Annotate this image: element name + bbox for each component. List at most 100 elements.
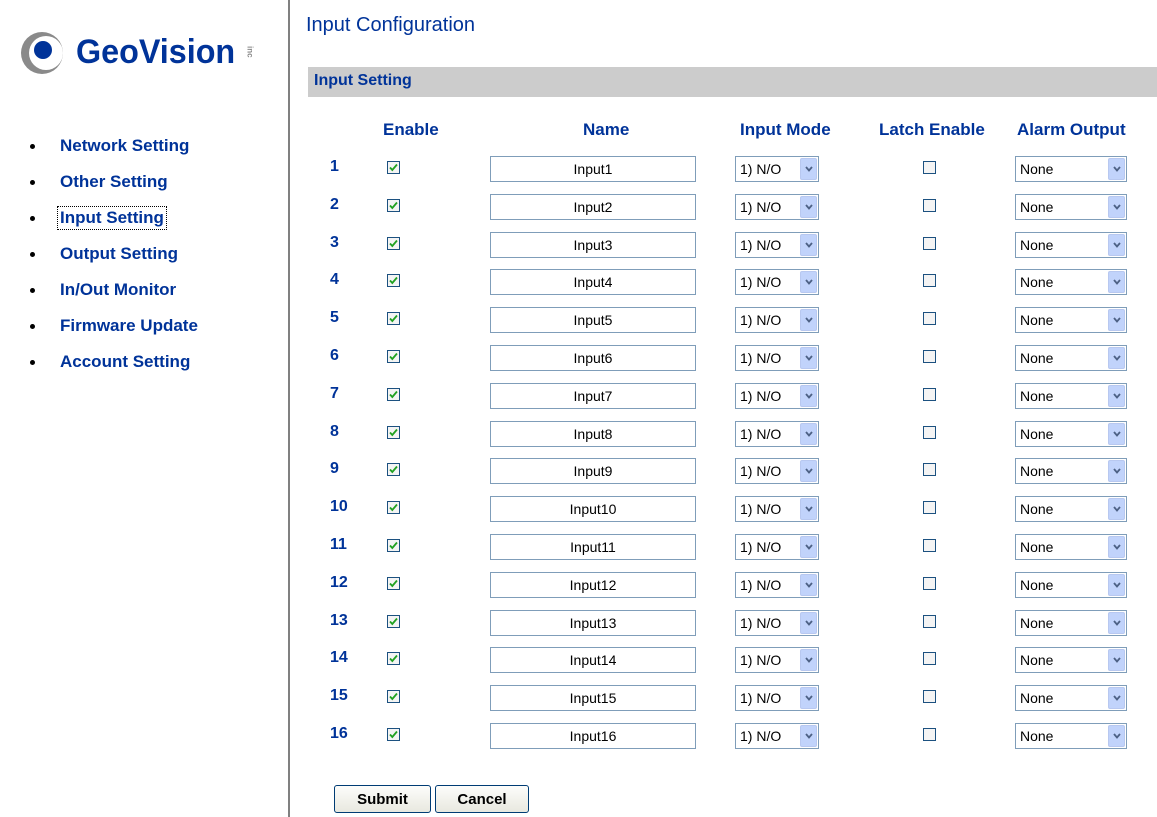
name-input[interactable] — [490, 534, 696, 560]
name-input[interactable] — [490, 307, 696, 334]
chevron-down-icon[interactable] — [800, 195, 817, 218]
chevron-down-icon[interactable] — [800, 649, 817, 672]
latch-enable-checkbox[interactable] — [923, 614, 936, 628]
chevron-down-icon[interactable] — [800, 536, 817, 558]
name-input[interactable] — [490, 571, 696, 598]
alarm-output-select[interactable]: None — [1015, 685, 1127, 712]
input-mode-select[interactable]: 1) N/O — [735, 345, 819, 371]
enable-checkbox[interactable] — [387, 387, 400, 401]
chevron-down-icon[interactable] — [1108, 384, 1125, 407]
chevron-down-icon[interactable] — [800, 422, 817, 445]
latch-enable-checkbox[interactable] — [923, 501, 936, 515]
sidebar-link[interactable]: Output Setting — [57, 242, 181, 266]
alarm-output-select[interactable]: None — [1015, 345, 1127, 371]
chevron-down-icon[interactable] — [800, 611, 817, 634]
enable-checkbox[interactable] — [387, 690, 400, 704]
latch-enable-checkbox[interactable] — [923, 274, 936, 288]
alarm-output-select[interactable]: None — [1015, 382, 1127, 409]
chevron-down-icon[interactable] — [1108, 309, 1125, 332]
name-input[interactable] — [490, 609, 696, 636]
name-input[interactable] — [490, 382, 696, 409]
latch-enable-checkbox[interactable] — [923, 728, 936, 741]
enable-checkbox[interactable] — [387, 501, 400, 515]
enable-checkbox[interactable] — [387, 350, 400, 363]
alarm-output-select[interactable]: None — [1015, 496, 1127, 523]
chevron-down-icon[interactable] — [1108, 725, 1125, 747]
input-mode-select[interactable]: 1) N/O — [735, 307, 819, 334]
name-input[interactable] — [490, 496, 696, 523]
name-input[interactable] — [490, 458, 696, 485]
enable-checkbox[interactable] — [387, 236, 400, 250]
name-input[interactable] — [490, 231, 696, 258]
chevron-down-icon[interactable] — [1108, 195, 1125, 218]
chevron-down-icon[interactable] — [1108, 460, 1125, 483]
chevron-down-icon[interactable] — [800, 384, 817, 407]
alarm-output-select[interactable]: None — [1015, 231, 1127, 258]
latch-enable-checkbox[interactable] — [923, 236, 936, 250]
enable-checkbox[interactable] — [387, 161, 400, 174]
chevron-down-icon[interactable] — [800, 233, 817, 256]
input-mode-select[interactable]: 1) N/O — [735, 534, 819, 560]
input-mode-select[interactable]: 1) N/O — [735, 647, 819, 674]
alarm-output-select[interactable]: None — [1015, 420, 1127, 447]
alarm-output-select[interactable]: None — [1015, 193, 1127, 220]
enable-checkbox[interactable] — [387, 274, 400, 288]
name-input[interactable] — [490, 345, 696, 371]
chevron-down-icon[interactable] — [800, 309, 817, 332]
input-mode-select[interactable]: 1) N/O — [735, 269, 819, 296]
chevron-down-icon[interactable] — [1108, 498, 1125, 521]
sidebar-link[interactable]: In/Out Monitor — [57, 278, 179, 302]
input-mode-select[interactable]: 1) N/O — [735, 382, 819, 409]
chevron-down-icon[interactable] — [800, 725, 817, 747]
name-input[interactable] — [490, 193, 696, 220]
latch-enable-checkbox[interactable] — [923, 425, 936, 439]
alarm-output-select[interactable]: None — [1015, 156, 1127, 182]
latch-enable-checkbox[interactable] — [923, 387, 936, 401]
input-mode-select[interactable]: 1) N/O — [735, 231, 819, 258]
chevron-down-icon[interactable] — [1108, 649, 1125, 672]
chevron-down-icon[interactable] — [800, 573, 817, 596]
chevron-down-icon[interactable] — [1108, 687, 1125, 710]
latch-enable-checkbox[interactable] — [923, 312, 936, 326]
enable-checkbox[interactable] — [387, 728, 400, 741]
enable-checkbox[interactable] — [387, 425, 400, 439]
chevron-down-icon[interactable] — [800, 460, 817, 483]
alarm-output-select[interactable]: None — [1015, 647, 1127, 674]
enable-checkbox[interactable] — [387, 614, 400, 628]
name-input[interactable] — [490, 156, 696, 182]
enable-checkbox[interactable] — [387, 652, 400, 666]
alarm-output-select[interactable]: None — [1015, 609, 1127, 636]
sidebar-link[interactable]: Firmware Update — [57, 314, 201, 338]
alarm-output-select[interactable]: None — [1015, 723, 1127, 749]
chevron-down-icon[interactable] — [800, 347, 817, 369]
alarm-output-select[interactable]: None — [1015, 307, 1127, 334]
chevron-down-icon[interactable] — [800, 687, 817, 710]
sidebar-link[interactable]: Network Setting — [57, 134, 192, 158]
chevron-down-icon[interactable] — [1108, 611, 1125, 634]
alarm-output-select[interactable]: None — [1015, 269, 1127, 296]
latch-enable-checkbox[interactable] — [923, 539, 936, 552]
latch-enable-checkbox[interactable] — [923, 690, 936, 704]
chevron-down-icon[interactable] — [1108, 347, 1125, 369]
cancel-button[interactable]: Cancel — [435, 785, 529, 813]
latch-enable-checkbox[interactable] — [923, 198, 936, 212]
chevron-down-icon[interactable] — [1108, 536, 1125, 558]
chevron-down-icon[interactable] — [1108, 573, 1125, 596]
latch-enable-checkbox[interactable] — [923, 652, 936, 666]
input-mode-select[interactable]: 1) N/O — [735, 609, 819, 636]
name-input[interactable] — [490, 723, 696, 749]
name-input[interactable] — [490, 420, 696, 447]
input-mode-select[interactable]: 1) N/O — [735, 685, 819, 712]
sidebar-link[interactable]: Account Setting — [57, 350, 193, 374]
enable-checkbox[interactable] — [387, 539, 400, 552]
chevron-down-icon[interactable] — [800, 158, 817, 180]
chevron-down-icon[interactable] — [1108, 422, 1125, 445]
enable-checkbox[interactable] — [387, 198, 400, 212]
name-input[interactable] — [490, 685, 696, 712]
latch-enable-checkbox[interactable] — [923, 161, 936, 174]
chevron-down-icon[interactable] — [1108, 158, 1125, 180]
input-mode-select[interactable]: 1) N/O — [735, 420, 819, 447]
enable-checkbox[interactable] — [387, 312, 400, 326]
input-mode-select[interactable]: 1) N/O — [735, 193, 819, 220]
submit-button[interactable]: Submit — [334, 785, 431, 813]
